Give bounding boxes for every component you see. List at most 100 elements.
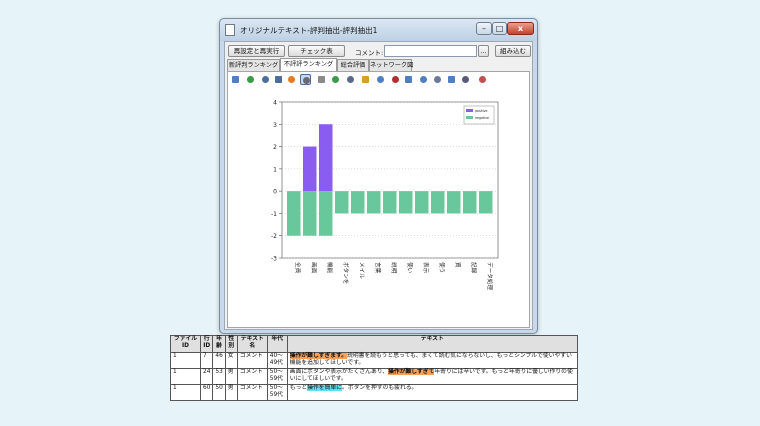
minimize-button[interactable]: – [476, 22, 492, 35]
scale-icon-glyph [377, 76, 384, 83]
title-bar[interactable]: オリジナルテキスト-評判抽出-評判抽出1 – □ x [220, 19, 537, 41]
header-row-id: 行ID [199, 335, 214, 353]
y-tick-label: -1 [271, 211, 277, 218]
cell-row-id: 7 [199, 352, 214, 369]
close-button[interactable]: x [507, 22, 534, 35]
bar-negative [287, 191, 301, 236]
table-row[interactable]: 1 60 50 男コメント 50～59代 もっと操作を簡単に。ボタンを押すのも疲れる。 [170, 384, 578, 401]
pointer-icon-glyph [303, 77, 310, 84]
cell-era: 40～49代 [266, 352, 288, 369]
chart-up-icon-glyph [362, 76, 369, 83]
header-text: テキスト [286, 335, 578, 353]
cell-text: 操作が難しすぎます。説明書を読もうと思っても、まくて読む気にならないし、もっとシ… [286, 352, 578, 369]
bar-negative [431, 191, 445, 214]
legend-label: positive [475, 109, 488, 113]
chart-toolbar [230, 74, 528, 87]
bar-negative [415, 191, 429, 214]
x-tick-label: 画面 [310, 262, 317, 274]
x-tick-label: 言葉 [374, 262, 382, 274]
browse-button[interactable]: ... [478, 45, 489, 57]
image-icon[interactable] [446, 74, 457, 85]
text-segment: 画面にボタンや表示がたくさんあり、 [289, 369, 389, 375]
add-icon-glyph [332, 76, 339, 83]
table-icon[interactable] [432, 74, 443, 85]
refresh-icon[interactable] [245, 74, 256, 85]
cell-file-id: 1 [170, 352, 201, 369]
comment-label: コメント: [355, 49, 384, 57]
x-tick-label: 買 [454, 262, 461, 268]
app-window: オリジナルテキスト-評判抽出-評判抽出1 – □ x 再設定と再実行 チェック表… [219, 18, 538, 334]
highlighted-phrase: 操作を簡単に [307, 385, 342, 391]
home-icon[interactable] [286, 74, 297, 85]
cell-text: 画面にボタンや表示がたくさんあり、操作が難しすぎて年寄りには辛いです。もっと年寄… [286, 368, 578, 385]
bar-negative [463, 191, 477, 214]
y-tick-label: 1 [273, 166, 277, 173]
legend-swatch [466, 116, 473, 119]
reset-rerun-button[interactable]: 再設定と再実行 [228, 45, 285, 57]
bar-negative [399, 191, 413, 214]
text-a-icon-glyph [392, 76, 399, 83]
table-row[interactable]: 1 7 46 女コメント 40～49代 操作が難しすぎます。説明書を読もうと思っても、まく… [170, 352, 578, 369]
cell-text-name: コメント [236, 384, 268, 401]
zoom-out-icon[interactable] [273, 74, 284, 85]
x-tick-label: メイル [358, 262, 364, 279]
cell-file-id: 1 [170, 384, 201, 401]
table-row[interactable]: 1 24 53 男コメント 50～59代 画面にボタンや表示がたくさんあり、操作が難しすぎ… [170, 368, 578, 385]
scale-icon[interactable] [375, 74, 386, 85]
highlighted-phrase: 操作が難しすぎて [388, 369, 435, 375]
x-tick-label: 記録 [470, 262, 478, 274]
bar-negative [479, 191, 493, 214]
pan-icon[interactable] [316, 74, 327, 85]
tab-overall-evaluation[interactable]: 総合評価 [337, 59, 369, 71]
highlighted-phrase: 操作が難しすぎます。 [289, 353, 348, 359]
table-icon-glyph [434, 76, 441, 83]
grid-icon-glyph [232, 76, 239, 83]
pie-icon[interactable] [460, 74, 471, 85]
text-segment: 。ボタンを押すのも疲れる。 [341, 385, 418, 391]
text-b-icon[interactable] [403, 74, 414, 85]
text-segment: もっと [289, 385, 308, 391]
bar-chart-icon[interactable] [418, 74, 429, 85]
tab-positive-ranking[interactable]: 新評判ランキング [227, 59, 280, 71]
add-icon[interactable] [330, 74, 341, 85]
zoom-in-icon[interactable] [260, 74, 271, 85]
pointer-icon[interactable] [300, 74, 311, 85]
x-tick-label: ボタンを [342, 262, 350, 284]
window-title: オリジナルテキスト-評判抽出-評判抽出1 [240, 26, 378, 35]
search-icon-glyph [479, 76, 486, 83]
search-icon[interactable] [477, 74, 488, 85]
text-a-icon[interactable] [390, 74, 401, 85]
zoom-in-icon-glyph [262, 76, 269, 83]
bar-positive [319, 124, 333, 192]
text-b-icon-glyph [405, 76, 412, 83]
cell-age: 53 [212, 368, 226, 385]
list-icon[interactable] [345, 74, 356, 85]
tab-negative-ranking[interactable]: 不評評ランキング [280, 58, 337, 71]
y-tick-label: 4 [273, 100, 277, 107]
bar-negative [351, 191, 365, 214]
y-tick-label: 3 [273, 122, 277, 129]
header-file-id: ファイルID [170, 335, 201, 353]
x-tick-label: データ処理 [486, 262, 494, 290]
load-button[interactable]: 組み込む [495, 45, 531, 57]
image-icon-glyph [448, 76, 455, 83]
y-tick-label: 2 [273, 144, 277, 151]
grid-icon[interactable] [230, 74, 241, 85]
y-tick-label: -2 [271, 233, 277, 240]
check-table-button[interactable]: チェック表 [288, 45, 345, 57]
bar-negative [303, 191, 317, 236]
cell-row-id: 24 [199, 368, 214, 385]
chart-up-icon[interactable] [360, 74, 371, 85]
x-tick-label: 使い [406, 262, 414, 274]
header-age: 年齢 [212, 335, 226, 353]
refresh-icon-glyph [247, 76, 254, 83]
chart-svg: -3 -2 -1 0 1 2 3 4 全員 画面 機能 ボタンを メイル 言葉 説明 使い 表示 使う 買 記録 データ… [271, 100, 499, 290]
maximize-button[interactable]: □ [492, 22, 507, 35]
comment-input[interactable] [384, 45, 477, 57]
header-text-name: テキスト名 [236, 335, 268, 353]
tab-network-diagram[interactable]: ネットワーク図 [369, 59, 413, 71]
cell-text-name: コメント [236, 368, 268, 385]
cell-age: 46 [212, 352, 226, 369]
results-table: ファイルID 行ID 年齢 性別 テキスト名 年代 テキスト 1 7 46 女コメント… [170, 335, 578, 401]
home-icon-glyph [288, 76, 295, 83]
